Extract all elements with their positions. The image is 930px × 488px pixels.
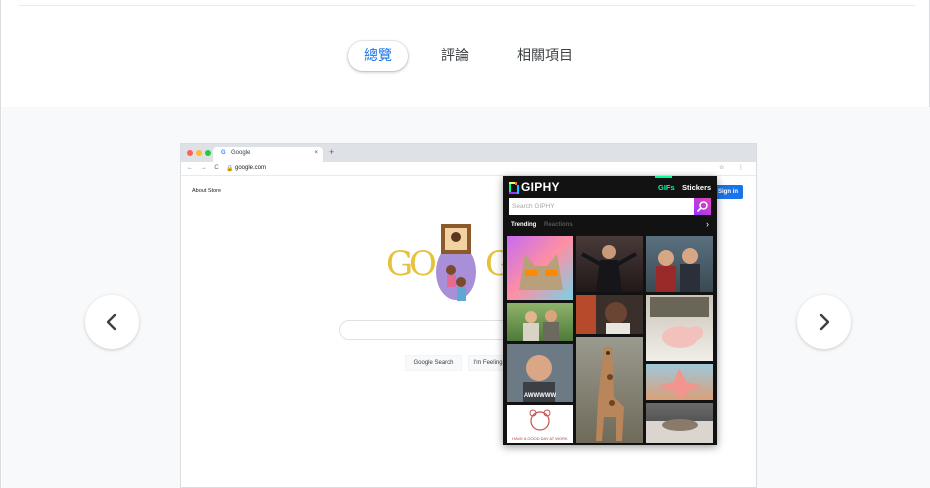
gif-caption-small: HAVE A GOOD DAY AT WORK [512, 436, 568, 441]
friends-scene-image [656, 248, 700, 292]
giphy-logo-icon [509, 182, 519, 194]
tab-related[interactable]: 相關項目 [507, 41, 583, 71]
gif-tile-giraffe [576, 337, 643, 443]
tab-overview[interactable]: 總覽 [348, 41, 408, 71]
browser-url: google.com [235, 165, 267, 171]
giphy-category-trending: Trending [511, 222, 537, 228]
minimize-dot [196, 150, 202, 156]
lock-icon: 🔒 [226, 166, 234, 172]
browser-tabstrip: G Google × + [181, 144, 756, 162]
page-frame: 總覽 評論 相關項目 G Google × + ← → C 🔒 google.c… [0, 0, 930, 488]
couple-image [523, 310, 559, 341]
gif-tile-cat [507, 236, 573, 300]
tab-reviews[interactable]: 評論 [432, 41, 478, 71]
gif-caption: AWWWWW [523, 393, 557, 399]
gif-tile-man: AWWWWW [507, 344, 573, 402]
search-icon [697, 201, 708, 212]
extension-screenshot[interactable]: G Google × + ← → C 🔒 google.com ☆ ⋮ Abou… [180, 143, 757, 488]
zoom-dot [205, 150, 211, 156]
gif-tile-sticker: HAVE A GOOD DAY AT WORK [507, 405, 573, 443]
man-suit-image [581, 245, 637, 292]
new-tab-icon: + [329, 147, 335, 157]
gif-tile-bed [646, 403, 713, 443]
man-face-image [576, 295, 630, 334]
google-favicon-icon: G [221, 150, 226, 156]
divider [19, 5, 915, 6]
giphy-category-reactions: Reactions [544, 222, 573, 228]
gif-tile-patrick [646, 364, 713, 400]
lucky-button: I'm Feeling [468, 355, 508, 371]
signin-button: Sign in [713, 185, 743, 199]
giphy-logo-text: GIPHY [521, 180, 560, 194]
next-button[interactable] [797, 295, 851, 349]
google-search-button: Google Search [405, 355, 462, 371]
chevron-right-icon: › [706, 219, 709, 229]
close-icon: × [314, 150, 318, 156]
gif-tile-couple [507, 303, 573, 341]
animal-bed-image [646, 419, 713, 443]
chevron-right-icon [819, 313, 830, 331]
google-doodle: G O G [386, 224, 511, 301]
prev-button[interactable] [85, 295, 139, 349]
giraffe-image [596, 347, 624, 441]
giphy-search-input: Search GIPHY [509, 198, 694, 215]
starfish-cartoon-image [658, 368, 702, 400]
giphy-search-button [694, 198, 711, 215]
screenshot-gallery: G Google × + ← → C 🔒 google.com ☆ ⋮ Abou… [2, 107, 930, 488]
cat-sunglasses-image [519, 254, 563, 290]
doodle-letter-o: O [409, 244, 437, 284]
gif-tile-friends [646, 236, 713, 292]
browser-address-bar: ← → C 🔒 google.com ☆ ⋮ [181, 162, 756, 176]
gif-tile-tv [576, 295, 643, 334]
gif-tile-pig [646, 295, 713, 361]
chevron-left-icon [106, 313, 117, 331]
browser-tab-title: Google [231, 150, 251, 156]
pig-image [650, 297, 709, 348]
close-dot [187, 150, 193, 156]
giphy-tab-gifs: GIFs [658, 183, 675, 192]
browser-tab: G Google × [213, 147, 323, 162]
gifs-tab-indicator [655, 176, 672, 178]
tab-bar: 總覽 評論 相關項目 [1, 40, 930, 72]
browser-toolbar-icons: ☆ ⋮ [718, 165, 750, 171]
giphy-popup: GIPHY GIFs Stickers Search GIPHY Trendin… [503, 176, 717, 445]
browser-nav-icons: ← → C [187, 165, 222, 171]
giphy-tab-stickers: Stickers [682, 183, 712, 192]
gif-tile-suit [576, 236, 643, 292]
google-top-links: About Store [192, 188, 222, 194]
